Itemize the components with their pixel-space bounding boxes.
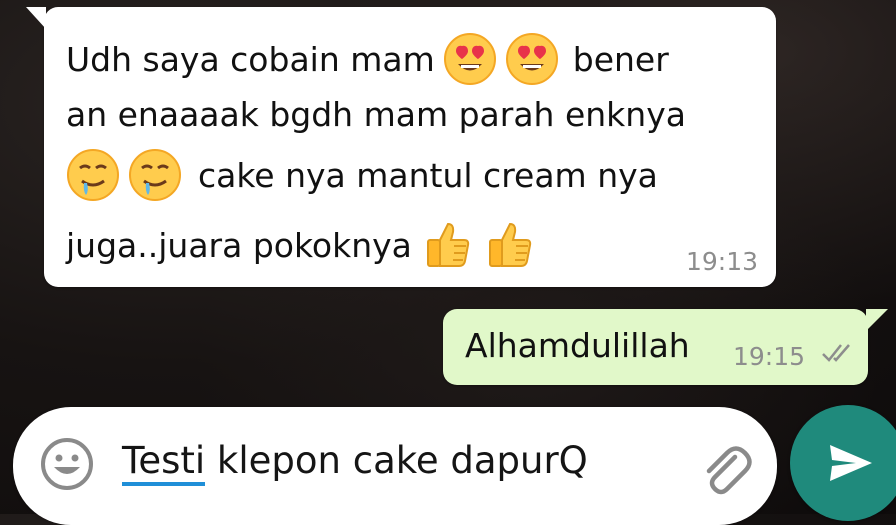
message-line-1: Udh saya cobain mam bener [66, 32, 669, 86]
read-receipt-icon [821, 341, 855, 369]
message-line-4: juga..juara pokoknya [66, 218, 536, 272]
thumbs-up-icon [482, 218, 536, 272]
incoming-message-bubble[interactable]: Udh saya cobain mam bener an enaaaak bgd… [26, 7, 776, 287]
heart-eyes-face-icon [443, 32, 497, 86]
send-button[interactable] [790, 405, 896, 521]
outgoing-message-bubble[interactable]: Alhamdulillah 19:15 [443, 309, 888, 385]
send-icon [830, 445, 872, 481]
message-input[interactable]: Testi klepon cake dapurQ [122, 439, 588, 486]
paperclip-icon[interactable] [695, 439, 755, 499]
message-input-text: klepon cake dapurQ [205, 439, 588, 482]
message-timestamp: 19:13 [685, 247, 758, 276]
message-text: an enaaaak bgdh mam parah enknya [66, 95, 686, 134]
message-text: bener [572, 39, 669, 79]
drooling-face-icon [128, 148, 182, 202]
message-composer: Testi klepon cake dapurQ [13, 407, 777, 525]
spellcheck-word: Testi [122, 439, 206, 486]
drooling-face-icon [66, 148, 120, 202]
heart-eyes-face-icon [505, 32, 559, 86]
message-text: juga..juara pokoknya [66, 225, 412, 265]
message-text: cake nya mantul cream nya [198, 155, 658, 195]
message-line-2: an enaaaak bgdh mam parah enknya [66, 95, 686, 134]
message-text: Alhamdulillah [465, 326, 690, 365]
message-timestamp: 19:15 [733, 342, 806, 371]
message-line-3: cake nya mantul cream nya [66, 148, 658, 202]
message-text: Udh saya cobain mam [66, 39, 435, 79]
thumbs-up-icon [420, 218, 474, 272]
smiley-icon[interactable] [40, 437, 94, 491]
